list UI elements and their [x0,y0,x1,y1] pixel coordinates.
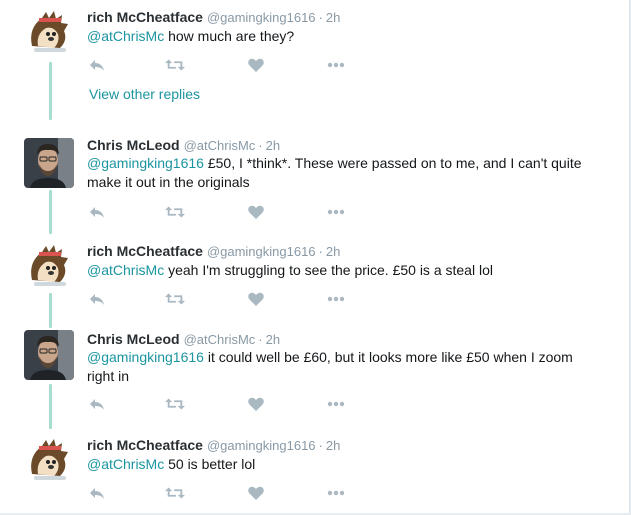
view-other-replies-link[interactable]: View other replies [89,86,200,102]
tweet-actions [87,484,367,504]
user-handle[interactable]: @gamingking1616 [207,244,316,259]
timestamp[interactable]: 2h [326,10,340,25]
user-handle[interactable]: @gamingking1616 [207,438,316,453]
retweet-icon[interactable] [165,290,185,308]
user-handle[interactable]: @gamingking1616 [207,10,316,25]
user-name[interactable]: rich McCheatface [87,9,203,25]
more-icon[interactable] [326,56,346,74]
more-icon[interactable] [326,484,346,502]
tweet-actions [87,56,367,76]
tweet[interactable]: rich McCheatface @gamingking1616 · 2h @atCh… [0,234,620,314]
avatar[interactable] [24,434,74,484]
mention-link[interactable]: @gamingking1616 [87,349,204,365]
timestamp[interactable]: 2h [326,438,340,453]
mention-link[interactable]: @atChrisMc [87,28,164,44]
reply-icon[interactable] [87,56,107,74]
user-handle[interactable]: @atChrisMc [184,138,256,153]
avatar[interactable] [24,138,74,188]
tweet-text: @atChrisMc 50 is better lol [87,455,587,474]
tweet-text: @gamingking1616 it could well be £60, bu… [87,348,587,386]
heart-icon[interactable] [246,56,266,74]
avatar[interactable] [24,240,74,290]
tweet[interactable]: rich McCheatface @gamingking1616 · 2h @atCh… [0,428,620,510]
separator: · [318,244,323,259]
heart-icon[interactable] [246,203,266,221]
separator: · [318,438,323,453]
heart-icon[interactable] [246,290,266,308]
tweet-actions [87,203,367,223]
retweet-icon[interactable] [165,395,185,413]
separator: · [258,138,263,153]
mention-link[interactable]: @atChrisMc [87,456,164,472]
user-name[interactable]: rich McCheatface [87,437,203,453]
timestamp[interactable]: 2h [266,138,280,153]
reply-icon[interactable] [87,484,107,502]
tweet[interactable]: Chris McLeod @atChrisMc · 2h @gamingking161… [0,128,620,228]
heart-icon[interactable] [246,395,266,413]
reply-icon[interactable] [87,203,107,221]
user-handle[interactable]: @atChrisMc [184,332,256,347]
user-name[interactable]: Chris McLeod [87,137,180,153]
mention-link[interactable]: @gamingking1616 [87,155,204,171]
tweet-text: @atChrisMc yeah I'm struggling to see th… [87,261,587,280]
mention-link[interactable]: @atChrisMc [87,262,164,278]
retweet-icon[interactable] [165,484,185,502]
tweet-actions [87,290,367,310]
more-icon[interactable] [326,290,346,308]
separator: · [318,10,323,25]
user-name[interactable]: rich McCheatface [87,243,203,259]
reply-icon[interactable] [87,290,107,308]
retweet-icon[interactable] [165,203,185,221]
avatar[interactable] [24,330,74,380]
heart-icon[interactable] [246,484,266,502]
reply-icon[interactable] [87,395,107,413]
timestamp[interactable]: 2h [266,332,280,347]
tweet[interactable]: Chris McLeod @atChrisMc · 2h @gamingking161… [0,322,620,422]
more-icon[interactable] [326,395,346,413]
retweet-icon[interactable] [165,56,185,74]
user-name[interactable]: Chris McLeod [87,331,180,347]
timestamp[interactable]: 2h [326,244,340,259]
tweet[interactable]: rich McCheatface @gamingking1616 · 2h @atCh… [0,0,620,80]
avatar[interactable] [24,6,74,56]
separator: · [258,332,263,347]
tweet-body: 50 is better lol [164,456,256,472]
tweet-body: yeah I'm struggling to see the price. £5… [164,262,493,278]
tweet-text: @gamingking1616 £50, I *think*. These we… [87,154,587,192]
tweet-text: @atChrisMc how much are they? [87,27,587,46]
tweet-body: how much are they? [164,28,295,44]
tweet-actions [87,395,367,415]
more-icon[interactable] [326,203,346,221]
